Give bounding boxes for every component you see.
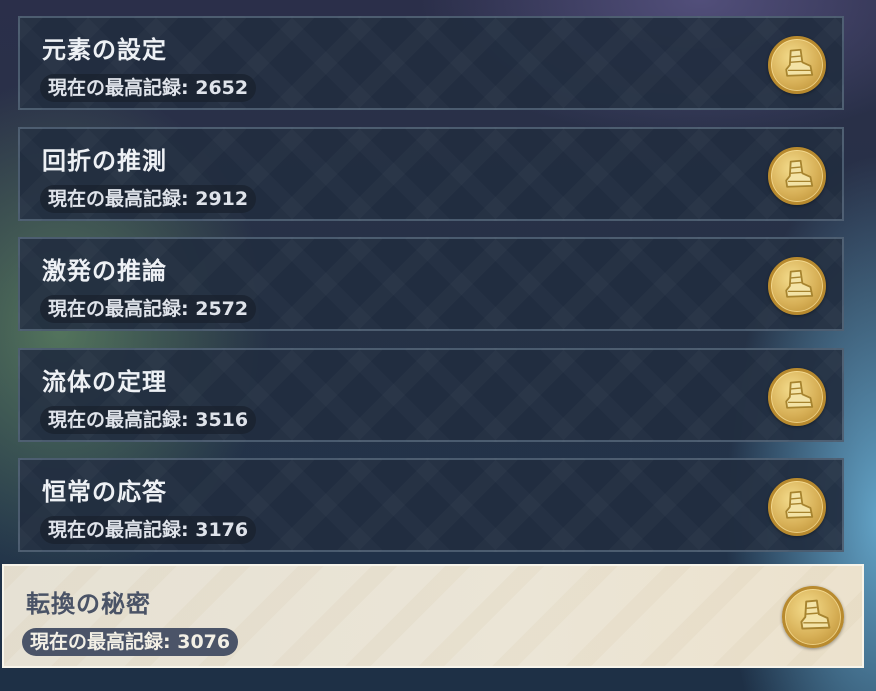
challenge-title: 激発の推論	[42, 257, 167, 285]
best-record: 現在の最高記録: 3176	[40, 516, 257, 544]
golden-boot-icon	[782, 586, 844, 648]
golden-boot-icon	[768, 36, 826, 94]
challenge-card-2[interactable]: 回折の推測 現在の最高記録: 2912	[18, 127, 844, 221]
golden-boot-icon	[768, 478, 826, 536]
challenge-card-1[interactable]: 元素の設定 現在の最高記録: 2652	[18, 16, 844, 110]
golden-boot-icon	[768, 257, 826, 315]
best-record: 現在の最高記録: 3516	[40, 406, 257, 434]
challenge-card-5[interactable]: 恒常の応答 現在の最高記録: 3176	[18, 458, 844, 552]
challenge-title: 恒常の応答	[42, 478, 167, 506]
best-record: 現在の最高記録: 2912	[40, 185, 257, 213]
challenge-card-4[interactable]: 流体の定理 現在の最高記録: 3516	[18, 348, 844, 442]
challenge-list: 元素の設定 現在の最高記録: 2652 回折の推測 現在の最高記録: 2912 …	[0, 0, 876, 691]
challenge-title: 回折の推測	[42, 147, 167, 175]
best-record: 現在の最高記録: 2652	[40, 74, 257, 102]
challenge-card-3[interactable]: 激発の推論 現在の最高記録: 2572	[18, 237, 844, 331]
challenge-title: 元素の設定	[42, 36, 167, 64]
best-record: 現在の最高記録: 3076	[22, 628, 239, 656]
challenge-card-6-selected[interactable]: 転換の秘密 現在の最高記録: 3076	[2, 564, 864, 668]
golden-boot-icon	[768, 147, 826, 205]
challenge-title: 流体の定理	[42, 368, 167, 396]
challenge-title: 転換の秘密	[26, 590, 151, 618]
best-record: 現在の最高記録: 2572	[40, 295, 257, 323]
golden-boot-icon	[768, 368, 826, 426]
